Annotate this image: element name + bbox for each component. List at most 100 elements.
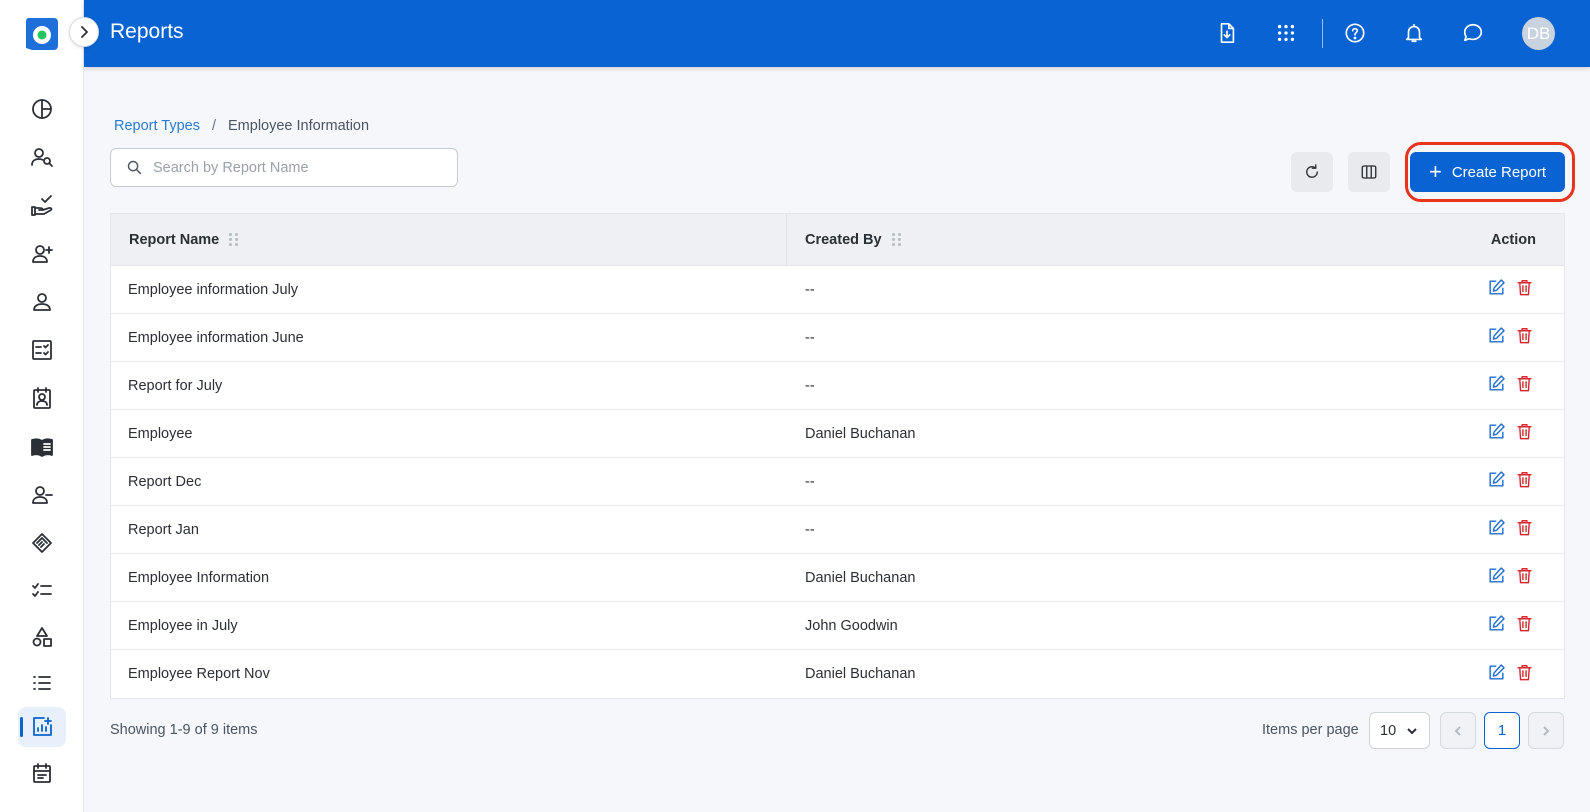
cell-actions: [1407, 614, 1564, 637]
delete-button[interactable]: [1515, 326, 1534, 349]
edit-button[interactable]: [1487, 470, 1506, 493]
sidebar-item-reports[interactable]: [18, 707, 66, 747]
file-download-button[interactable]: [1213, 19, 1241, 47]
table-row[interactable]: Report Dec --: [111, 458, 1564, 506]
edit-button[interactable]: [1487, 422, 1506, 445]
cell-report-name[interactable]: Report Jan: [111, 522, 787, 538]
cell-actions: [1407, 518, 1564, 541]
column-header-created-by-label: Created By: [805, 231, 882, 248]
table-row[interactable]: Employee Information Daniel Buchanan: [111, 554, 1564, 602]
delete-button[interactable]: [1515, 278, 1534, 301]
delete-button[interactable]: [1515, 566, 1534, 589]
edit-icon: [1489, 327, 1505, 343]
cell-created-by: Daniel Buchanan: [805, 569, 916, 586]
plus-icon: +: [1428, 159, 1442, 184]
cell-report-name[interactable]: Employee in July: [111, 618, 787, 634]
refresh-button[interactable]: [1291, 152, 1333, 192]
cell-actions: [1407, 374, 1564, 397]
breadcrumb-separator: /: [211, 118, 217, 134]
delete-button[interactable]: [1515, 470, 1534, 493]
sidebar-item-tasks[interactable]: [18, 186, 66, 226]
column-header-created-by[interactable]: Created By: [787, 214, 1407, 265]
sidebar-item-shapes[interactable]: [18, 617, 66, 657]
table-row[interactable]: Employee Report Nov Daniel Buchanan: [111, 650, 1564, 698]
sidebar-item-add-person[interactable]: [18, 234, 66, 274]
search-icon: [127, 160, 142, 175]
edit-button[interactable]: [1487, 518, 1506, 541]
create-report-label: Create Report: [1451, 163, 1547, 181]
breadcrumb-report-types-link[interactable]: Report Types: [114, 118, 200, 134]
cell-report-name[interactable]: Report Dec: [111, 474, 787, 490]
drag-handle-icon[interactable]: [229, 232, 239, 247]
sidebar-item-list[interactable]: [18, 663, 66, 703]
sidebar-item-calendar[interactable]: [18, 753, 66, 793]
edit-button[interactable]: [1487, 278, 1506, 301]
cell-report-name[interactable]: Employee information June: [111, 330, 787, 346]
sidebar-item-checklist-board[interactable]: [18, 330, 66, 370]
person-search-icon: [31, 148, 53, 167]
sidebar-item-person[interactable]: [18, 282, 66, 322]
chat-button[interactable]: [1459, 19, 1487, 47]
sidebar-item-contacts[interactable]: [18, 378, 66, 418]
create-report-button[interactable]: + Create Report: [1410, 152, 1565, 192]
columns-button[interactable]: [1348, 152, 1390, 192]
delete-button[interactable]: [1515, 422, 1534, 445]
sidebar-expand-button[interactable]: [69, 17, 99, 47]
trash-icon: [1517, 616, 1532, 632]
sidebar-item-person-search[interactable]: [18, 137, 66, 177]
search-box[interactable]: [110, 148, 458, 187]
table-row[interactable]: Employee in July John Goodwin: [111, 602, 1564, 650]
delete-button[interactable]: [1515, 374, 1534, 397]
checklist-icon: [32, 583, 52, 597]
edit-button[interactable]: [1487, 663, 1506, 686]
cell-report-name[interactable]: Employee Report Nov: [111, 666, 787, 682]
cell-actions: [1407, 278, 1564, 301]
notifications-button[interactable]: [1400, 19, 1428, 47]
header-divider: [1322, 19, 1323, 48]
edit-button[interactable]: [1487, 614, 1506, 637]
sidebar-item-checklist[interactable]: [18, 570, 66, 610]
cell-report-name[interactable]: Report for July: [111, 378, 787, 394]
edit-button[interactable]: [1487, 326, 1506, 349]
items-per-page-value: 10: [1380, 722, 1397, 739]
previous-page-button[interactable]: [1440, 712, 1476, 749]
cell-report-name[interactable]: Employee information July: [111, 282, 787, 298]
next-page-button[interactable]: [1528, 712, 1564, 749]
column-header-action: Action: [1490, 231, 1536, 248]
sidebar-item-book[interactable]: [18, 427, 66, 467]
table-header: Report Name Created By Action: [111, 214, 1564, 266]
cell-report-name[interactable]: Employee Information: [111, 570, 787, 586]
items-per-page-select[interactable]: 10: [1369, 712, 1430, 749]
cell-report-name[interactable]: Employee: [111, 426, 787, 442]
column-header-report-name[interactable]: Report Name: [111, 214, 787, 265]
delete-button[interactable]: [1515, 518, 1534, 541]
sidebar-item-handshake[interactable]: [18, 523, 66, 563]
table-row[interactable]: Employee Daniel Buchanan: [111, 410, 1564, 458]
user-avatar[interactable]: DB: [1522, 17, 1555, 50]
table-row[interactable]: Report for July --: [111, 362, 1564, 410]
edit-icon: [1489, 519, 1505, 535]
drag-handle-icon[interactable]: [891, 232, 902, 247]
sidebar-item-remove-person[interactable]: [18, 475, 66, 515]
shapes-icon: [32, 627, 52, 647]
help-button[interactable]: [1341, 19, 1369, 47]
edit-button[interactable]: [1487, 374, 1506, 397]
table-row[interactable]: Employee information June --: [111, 314, 1564, 362]
sidebar-item-dashboard[interactable]: [18, 89, 66, 129]
table-row[interactable]: Employee information July --: [111, 266, 1564, 314]
search-input[interactable]: [153, 159, 443, 176]
delete-button[interactable]: [1515, 614, 1534, 637]
cell-actions: [1407, 326, 1564, 349]
edit-button[interactable]: [1487, 566, 1506, 589]
chevron-right-icon: [1543, 725, 1550, 736]
delete-button[interactable]: [1515, 663, 1534, 686]
cell-actions: [1407, 470, 1564, 493]
apps-grid-button[interactable]: [1272, 19, 1300, 47]
trash-icon: [1517, 424, 1532, 440]
page-1-button[interactable]: 1: [1484, 712, 1520, 749]
cell-created-by: Daniel Buchanan: [805, 666, 916, 682]
table-row[interactable]: Report Jan --: [111, 506, 1564, 554]
cell-created-by: --: [805, 281, 815, 298]
page-title: Reports: [110, 20, 184, 43]
app-logo[interactable]: [24, 16, 60, 52]
